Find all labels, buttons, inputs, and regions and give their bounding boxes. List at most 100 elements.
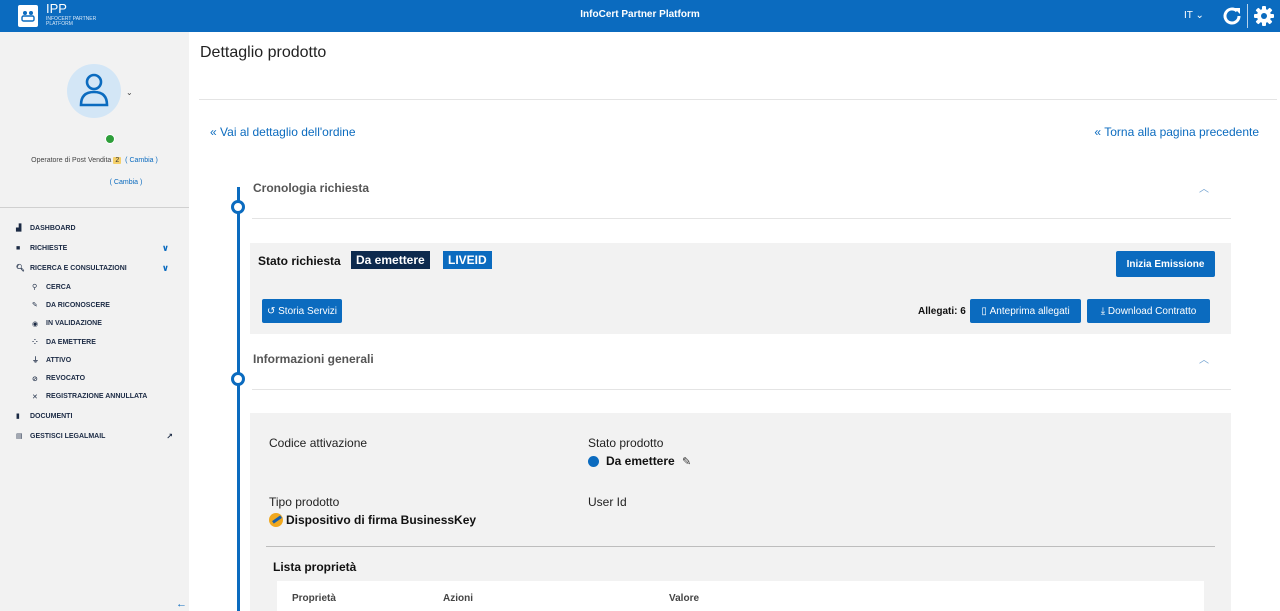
section-divider [252,218,1231,219]
download-contratto-button[interactable]: ⤓ Download Contratto [1087,299,1210,323]
sidebar-item-label: REVOCATO [46,375,86,383]
external-link-icon: ↗ [166,431,173,441]
times-icon: ✕ [32,393,38,401]
sidebar-divider [0,207,189,208]
timeline-line [237,187,240,611]
search-icon: ⚲ [32,284,38,292]
chevron-up-icon[interactable]: ︿ [1199,351,1209,366]
status-dot [588,456,599,467]
sidebar-item-label: DASHBOARD [30,224,76,232]
status-badge: Da emettere [351,251,430,269]
file-icon: ▮ [16,413,20,421]
history-icon: ↺ [266,305,276,317]
sidebar-item-registrazione-annullata[interactable]: ✕ REGISTRAZIONE ANNULLATA [0,388,189,406]
role-label: Operatore di Post Vendita [31,157,112,164]
sidebar-item-label: DOCUMENTI [30,412,73,420]
eye-icon: ◉ [32,320,39,328]
stato-prodotto-label: Stato prodotto [588,436,664,450]
informazioni-section-title[interactable]: Informazioni generali [253,352,374,366]
sidebar-item-label: IN VALIDAZIONE [46,320,102,328]
user-id-label: User Id [588,495,627,509]
sidebar-item-revocato[interactable]: ⊘ REVOCATO [0,369,189,387]
lista-proprieta-title: Lista proprietà [273,560,357,574]
dashboard-icon: ▟ [16,225,22,232]
previous-page-link[interactable]: « Torna alla pagina precedente [1094,125,1259,139]
codice-attivazione-label: Codice attivazione [269,436,368,450]
magic-icon: ✎ [32,302,38,310]
briefcase-icon: ■ [16,244,21,252]
anteprima-allegati-button[interactable]: ▯ Anteprima allegati [970,299,1081,323]
language-selector[interactable]: IT ⌄ [1184,10,1204,21]
refresh-icon[interactable] [1220,4,1244,28]
sidebar-item-label: DA EMETTERE [46,338,96,346]
sidebar-item-dashboard[interactable]: ▟ DASHBOARD [0,218,189,238]
table-header-azioni: Azioni [443,593,473,604]
spinner-icon: ⁘ [32,339,38,347]
sidebar-item-da-emettere[interactable]: ⁘ DA EMETTERE [0,333,189,351]
table-header-proprieta: Proprietà [292,593,336,604]
sidebar-item-documenti[interactable]: ▮ DOCUMENTI [0,406,189,426]
topbar-separator [1247,4,1248,28]
sidebar-item-label: RICERCA E CONSULTAZIONI [30,264,127,272]
download-icon: ⤓ [1100,305,1106,317]
inizia-emissione-button[interactable]: Inizia Emissione [1116,251,1215,277]
proprieta-table [277,581,1204,611]
sidebar-item-in-validazione[interactable]: ◉ IN VALIDAZIONE [0,315,189,333]
type-badge: LIVEID [443,251,492,269]
sidebar-item-attivo[interactable]: ⏚ ATTIVO [0,351,189,369]
business-key-icon [269,513,283,527]
change-link-secondary[interactable]: ( Cambia ) [0,179,252,186]
timeline-dot [231,200,245,214]
pencil-icon[interactable]: ✎ [682,455,691,468]
chevron-down-icon: ∨ [161,242,169,253]
role-count-badge: 2 [113,157,122,164]
stato-richiesta-label: Stato richiesta [258,254,341,268]
file-icon: ▯ [981,305,987,317]
section-divider [252,389,1231,390]
double-chevron-left-icon: « [1094,125,1102,139]
sidebar-item-richieste[interactable]: ■ RICHIESTE ∨ [0,238,189,258]
chevron-up-icon[interactable]: ︿ [1199,180,1209,195]
table-header-valore: Valore [669,593,700,604]
tipo-prodotto-value: Dispositivo di firma BusinessKey [286,513,477,527]
button-label: Download Contratto [1107,305,1197,317]
sidebar-item-da-riconoscere[interactable]: ✎ DA RICONOSCERE [0,296,189,314]
sidebar-nav: ▟ DASHBOARD ■ RICHIESTE ∨ 🔍︎ RICERCA E C… [0,218,189,446]
top-bar: IPP InfoCert Partner Platform InfoCert P… [0,0,1280,32]
back-to-order-link[interactable]: « Vai al dettaglio dell'ordine [210,125,356,139]
mail-icon: ▤ [16,433,23,441]
sidebar-item-label: RICHIESTE [30,244,68,252]
info-divider [266,546,1215,547]
sidebar-item-cerca[interactable]: ⚲ CERCA [0,278,189,296]
double-chevron-left-icon: « [210,125,217,139]
sidebar-item-label: REGISTRAZIONE ANNULLATA [46,393,148,401]
search-icon: 🔍︎ [16,265,25,272]
chevron-down-icon[interactable]: ⌄ [126,88,133,97]
sidebar-item-label: GESTISCI LEGALMAIL [30,432,106,440]
button-label: Inizia Emissione [1126,258,1205,270]
tipo-prodotto-label: Tipo prodotto [269,495,340,509]
gear-icon[interactable] [1252,4,1276,28]
timeline-dot [231,372,245,386]
sidebar-item-label: DA RICONOSCERE [46,301,110,309]
change-role-link[interactable]: ( Cambia ) [125,157,158,164]
language-label: IT [1184,10,1193,21]
prev-link-label: Torna alla pagina precedente [1104,125,1259,139]
avatar[interactable] [67,64,121,118]
sidebar-item-legalmail[interactable]: ▤ GESTISCI LEGALMAIL ↗ [0,426,189,446]
sidebar: ⌄ Operatore di Post Vendita 2 ( Cambia ) … [0,32,189,611]
back-link-label: Vai al dettaglio dell'ordine [220,125,356,139]
ban-icon: ⊘ [32,375,38,383]
storia-servizi-button[interactable]: ↺ Storia Servizi [262,299,342,323]
cronologia-section-title[interactable]: Cronologia richiesta [253,181,369,195]
app-title: InfoCert Partner Platform [580,9,700,20]
collapse-sidebar-icon[interactable]: ← [176,598,187,610]
online-status-dot [105,134,115,144]
sidebar-item-label: ATTIVO [46,356,72,364]
button-label: Storia Servizi [278,305,338,317]
button-label: Anteprima allegati [989,305,1070,317]
sidebar-item-ricerca[interactable]: 🔍︎ RICERCA E CONSULTAZIONI ∨ [0,258,189,278]
title-divider [199,99,1277,100]
chevron-down-icon: ∨ [161,262,169,273]
chevron-down-icon: ⌄ [1195,10,1204,21]
